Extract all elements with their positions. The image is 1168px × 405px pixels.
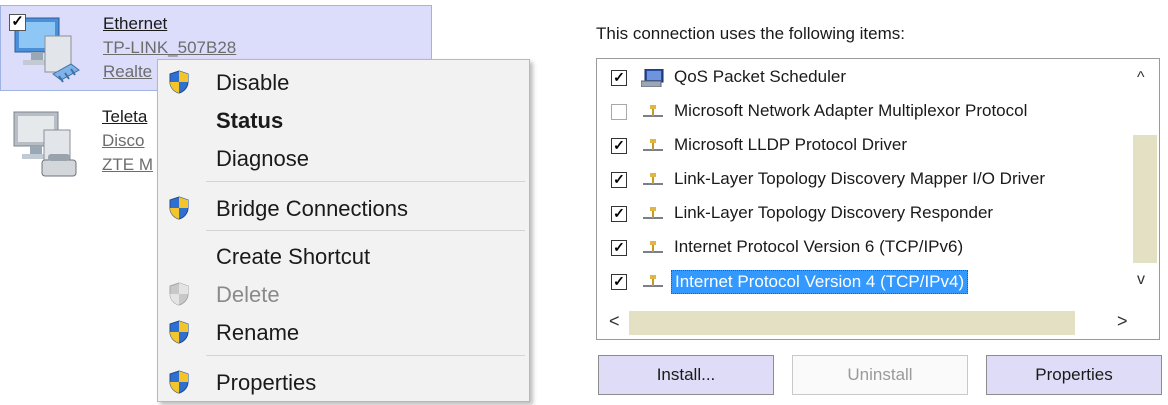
menu-item-label: Diagnose — [216, 146, 309, 171]
list-item-ipv6[interactable]: ✓ Internet Protocol Version 6 (TCP/IPv6) — [597, 231, 1125, 263]
menu-item-label: Bridge Connections — [216, 196, 409, 221]
list-item-lldp-protocol-driver[interactable]: ✓ Microsoft LLDP Protocol Driver — [597, 129, 1125, 161]
protocol-icon — [643, 207, 663, 219]
horizontal-scrollbar[interactable]: < > — [597, 307, 1159, 339]
vertical-scrollbar[interactable]: ^ v — [1129, 59, 1159, 307]
menu-separator — [206, 230, 525, 231]
menu-item-rename[interactable]: Rename — [158, 314, 529, 350]
protocol-icon — [643, 275, 663, 287]
connection-network: TP-LINK_507B28 — [103, 38, 237, 57]
menu-item-properties[interactable]: Properties — [158, 364, 529, 400]
item-checkbox[interactable]: ✓ — [611, 70, 627, 86]
uac-shield-icon — [169, 196, 189, 220]
install-button[interactable]: Install... — [598, 355, 774, 395]
protocol-icon — [643, 241, 663, 253]
menu-item-status[interactable]: Status — [158, 102, 529, 138]
menu-item-delete[interactable]: Delete — [158, 276, 529, 312]
item-label: Link-Layer Topology Discovery Responder — [674, 203, 994, 222]
item-checkbox[interactable]: ✓ — [611, 206, 627, 222]
menu-item-diagnose[interactable]: Diagnose — [158, 140, 529, 176]
item-label: Internet Protocol Version 4 (TCP/IPv4) — [671, 270, 969, 294]
uac-shield-icon — [169, 320, 189, 344]
list-item-qos-packet-scheduler[interactable]: ✓ QoS Packet Scheduler — [597, 61, 1125, 93]
menu-separator — [206, 355, 525, 356]
uac-shield-icon — [169, 370, 189, 394]
menu-separator — [206, 181, 525, 182]
items-listbox[interactable]: ✓ QoS Packet Scheduler Microsoft Network… — [596, 58, 1160, 340]
list-item-multiplexor-protocol[interactable]: Microsoft Network Adapter Multiplexor Pr… — [597, 95, 1125, 127]
connection-name: Teleta — [102, 107, 148, 126]
connection-device: ZTE M — [102, 155, 153, 174]
item-label: Microsoft Network Adapter Multiplexor Pr… — [674, 101, 1028, 120]
menu-item-label: Status — [216, 108, 284, 133]
uac-shield-icon — [169, 70, 189, 94]
list-item-lltd-mapper-driver[interactable]: ✓ Link-Layer Topology Discovery Mapper I… — [597, 163, 1125, 195]
vertical-scroll-thumb[interactable] — [1133, 135, 1157, 263]
connection-name: Ethernet — [103, 14, 168, 33]
list-item-lltd-responder[interactable]: ✓ Link-Layer Topology Discovery Responde… — [597, 197, 1125, 229]
item-label: Internet Protocol Version 6 (TCP/IPv6) — [674, 237, 964, 256]
item-checkbox[interactable]: ✓ — [611, 172, 627, 188]
horizontal-scroll-thumb[interactable] — [629, 311, 1075, 335]
scheduler-icon — [641, 69, 664, 87]
protocol-icon — [643, 105, 663, 117]
menu-item-label: Rename — [216, 320, 300, 345]
uninstall-button[interactable]: Uninstall — [792, 355, 968, 395]
menu-item-create-shortcut[interactable]: Create Shortcut — [158, 238, 529, 274]
protocol-icon — [643, 173, 663, 185]
uac-shield-icon — [169, 282, 189, 306]
item-checkbox[interactable]: ✓ — [611, 138, 627, 154]
menu-item-label: Disable — [216, 70, 290, 95]
protocol-icon — [643, 139, 663, 151]
menu-item-label: Properties — [216, 370, 317, 395]
scroll-right-icon[interactable]: > — [1117, 311, 1128, 332]
context-menu: Disable Status Diagnose Bridge Connectio… — [157, 59, 530, 402]
item-label: QoS Packet Scheduler — [674, 67, 846, 86]
item-checkbox[interactable]: ✓ — [611, 274, 627, 290]
scroll-down-icon[interactable]: v — [1137, 271, 1145, 289]
menu-item-label: Delete — [216, 282, 280, 307]
item-label: Microsoft LLDP Protocol Driver — [674, 135, 908, 154]
scroll-up-icon[interactable]: ^ — [1137, 69, 1145, 87]
properties-button[interactable]: Properties — [986, 355, 1162, 395]
modem-connection-icon — [13, 111, 77, 177]
scroll-left-icon[interactable]: < — [609, 311, 620, 332]
items-heading: This connection uses the following items… — [596, 24, 905, 43]
item-checkbox[interactable]: ✓ — [611, 240, 627, 256]
menu-item-disable[interactable]: Disable — [158, 64, 529, 100]
connection-checkbox: ✓ — [9, 14, 26, 31]
connection-status: Disco — [102, 131, 145, 150]
list-item-ipv4[interactable]: ✓ Internet Protocol Version 4 (TCP/IPv4) — [597, 265, 1125, 297]
menu-item-label: Create Shortcut — [216, 244, 371, 269]
menu-item-bridge-connections[interactable]: Bridge Connections — [158, 190, 529, 226]
item-checkbox[interactable] — [611, 104, 627, 120]
item-label: Link-Layer Topology Discovery Mapper I/O… — [674, 169, 1045, 188]
